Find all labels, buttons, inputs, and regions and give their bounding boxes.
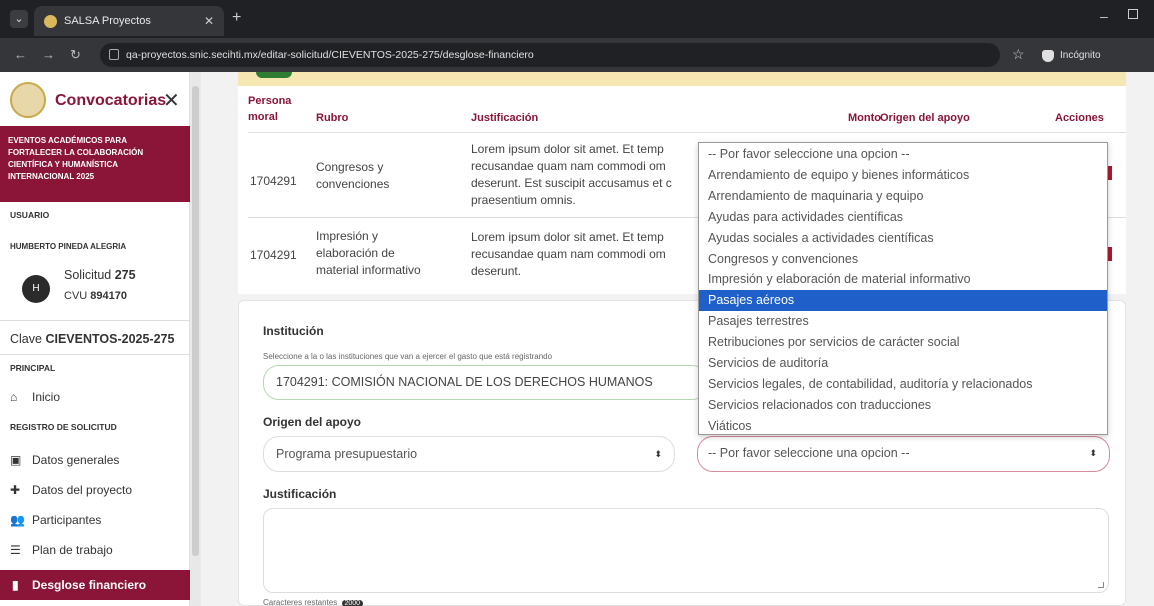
- caracteres-badge: 2000: [341, 600, 364, 606]
- dropdown-option[interactable]: Arrendamiento de equipo y bienes informá…: [699, 165, 1107, 186]
- user-name: HUMBERTO PINEDA ALEGRIA: [10, 242, 127, 251]
- table-cell-justificacion: Lorem ipsum dolor sit amet. Et temp recu…: [471, 230, 666, 278]
- dropdown-option[interactable]: Ayudas para actividades científicas: [699, 207, 1107, 228]
- scrollbar-thumb[interactable]: [192, 86, 199, 556]
- column-header-justificacion: Justificación: [471, 112, 539, 124]
- notice-banner: [238, 72, 1126, 86]
- url-field[interactable]: qa-proyectos.snic.secihti.mx/editar-soli…: [100, 43, 1000, 67]
- sidebar-scrollbar[interactable]: [191, 72, 200, 606]
- select-arrows-icon: ⬍: [654, 449, 662, 459]
- cvu-number: 894170: [90, 290, 128, 302]
- sidebar-title: Convocatorias: [55, 92, 167, 109]
- document-icon: ▣: [10, 453, 22, 467]
- solicitud-info: Solicitud 275: [64, 268, 136, 282]
- browser-tab[interactable]: SALSA Proyectos ✕: [34, 6, 224, 36]
- table-cell-justificacion: Lorem ipsum dolor sit amet. Et temp recu…: [471, 142, 672, 207]
- dropdown-option[interactable]: Arrendamiento de maquinaria y equipo: [699, 186, 1107, 207]
- dropdown-option[interactable]: Pasajes aéreos: [699, 290, 1107, 312]
- back-icon[interactable]: ←: [14, 47, 27, 62]
- section-principal: PRINCIPAL: [10, 363, 56, 373]
- column-header-acciones: Acciones: [1055, 112, 1104, 124]
- rubro-select-value: -- Por favor seleccione una opcion --: [708, 446, 910, 460]
- institucion-help: Seleccione a la o las instituciones que …: [263, 352, 553, 361]
- caracteres-restantes: Caracteres restantes 2000: [263, 598, 364, 606]
- tab-title: SALSA Proyectos: [64, 15, 151, 27]
- dropdown-option[interactable]: Servicios legales, de contabilidad, audi…: [699, 374, 1107, 395]
- incognito-indicator[interactable]: Incógnito: [1030, 46, 1146, 66]
- incognito-icon: [1042, 50, 1054, 62]
- dropdown-option[interactable]: Pasajes terrestres: [699, 311, 1107, 332]
- table-divider: [248, 132, 1126, 133]
- institucion-field[interactable]: 1704291: COMISIÓN NACIONAL DE LOS DERECH…: [263, 365, 708, 400]
- dropdown-option[interactable]: Servicios relacionados con traducciones: [699, 395, 1107, 416]
- table-cell-persona: 1704291: [250, 248, 297, 262]
- tab-close-icon[interactable]: ✕: [204, 6, 214, 36]
- column-header-persona: Persona moral: [248, 95, 292, 123]
- site-info-icon[interactable]: [109, 49, 119, 60]
- sidebar: Convocatorias ✕ EVENTOS ACADÉMICOS PARA …: [0, 72, 190, 606]
- sidebar-item-inicio[interactable]: ⌂ Inicio: [10, 383, 190, 411]
- select-arrows-icon: ⬍: [1089, 448, 1097, 458]
- column-header-rubro: Rubro: [316, 112, 349, 124]
- government-seal-logo: [10, 82, 46, 118]
- bar-chart-icon: ▮: [12, 578, 19, 592]
- divider: [0, 354, 190, 355]
- new-tab-icon[interactable]: +: [232, 9, 241, 27]
- green-action-button[interactable]: [256, 72, 292, 78]
- section-registro: REGISTRO DE SOLICITUD: [10, 422, 117, 432]
- address-bar-row: ← → ↻ qa-proyectos.snic.secihti.mx/edita…: [0, 38, 1154, 72]
- event-name: EVENTOS ACADÉMICOS PARA FORTALECER LA CO…: [0, 126, 190, 202]
- home-icon: ⌂: [10, 390, 18, 404]
- column-header-origen: Origen del apoyo: [880, 112, 970, 124]
- cvu-info: CVU 894170: [64, 290, 128, 302]
- dropdown-option[interactable]: Servicios de auditoría: [699, 353, 1107, 374]
- origen-select-value: Programa presupuestario: [276, 447, 418, 461]
- dropdown-option[interactable]: Impresión y elaboración de material info…: [699, 269, 1107, 290]
- sidebar-item-datos-generales[interactable]: ▣ Datos generales: [10, 446, 190, 474]
- reload-icon[interactable]: ↻: [70, 47, 81, 63]
- institucion-label: Institución: [263, 324, 324, 338]
- avatar: H: [22, 275, 50, 303]
- window-maximize-icon[interactable]: [1128, 9, 1138, 19]
- table-cell-persona: 1704291: [250, 174, 297, 188]
- origen-label: Origen del apoyo: [263, 415, 362, 429]
- bookmark-star-icon[interactable]: ☆: [1012, 46, 1025, 63]
- sidebar-item-participantes[interactable]: 👥 Participantes: [10, 506, 190, 534]
- browser-tab-bar: ⌄ SALSA Proyectos ✕ + –: [0, 0, 1154, 38]
- rubro-select[interactable]: -- Por favor seleccione una opcion -- ⬍: [697, 436, 1110, 472]
- table-cell-rubro: Congresos y convenciones: [316, 160, 390, 191]
- sidebar-item-desglose-financiero[interactable]: ▮ Desglose financiero: [0, 570, 190, 600]
- window-minimize-icon[interactable]: –: [1100, 8, 1108, 24]
- list-icon: ☰: [10, 543, 21, 557]
- dropdown-option[interactable]: -- Por favor seleccione una opcion --: [699, 144, 1107, 165]
- origen-select[interactable]: Programa presupuestario ⬍: [263, 436, 675, 472]
- close-sidebar-icon[interactable]: ✕: [163, 88, 180, 113]
- people-icon: 👥: [10, 513, 25, 527]
- sidebar-item-plan-trabajo[interactable]: ☰ Plan de trabajo: [10, 536, 190, 564]
- tab-search-icon[interactable]: ⌄: [10, 10, 28, 28]
- dropdown-option[interactable]: Congresos y convenciones: [699, 249, 1107, 270]
- forward-icon[interactable]: →: [42, 47, 55, 62]
- url-text: qa-proyectos.snic.secihti.mx/editar-soli…: [126, 49, 534, 61]
- column-header-monto: Monto: [848, 112, 881, 124]
- favicon-icon: [44, 15, 57, 28]
- divider: [0, 320, 190, 321]
- clave-info: Clave CIEVENTOS-2025-275: [10, 332, 175, 346]
- incognito-label: Incógnito: [1060, 50, 1101, 61]
- justificacion-label: Justificación: [263, 487, 337, 501]
- dropdown-option[interactable]: Viáticos: [699, 416, 1107, 437]
- table-cell-rubro: Impresión y elaboración de material info…: [316, 229, 421, 277]
- solicitud-number: 275: [114, 268, 136, 282]
- dropdown-option[interactable]: Ayudas sociales a actividades científica…: [699, 228, 1107, 249]
- sidebar-item-datos-proyecto[interactable]: ✚ Datos del proyecto: [10, 476, 190, 504]
- justificacion-textarea[interactable]: [263, 508, 1109, 593]
- dropdown-option[interactable]: Retribuciones por servicios de carácter …: [699, 332, 1107, 353]
- project-icon: ✚: [10, 483, 21, 497]
- section-usuario: USUARIO: [10, 210, 50, 220]
- clave-value: CIEVENTOS-2025-275: [45, 332, 175, 346]
- rubro-dropdown-list[interactable]: -- Por favor seleccione una opcion -- Arr…: [698, 142, 1108, 435]
- resize-handle-icon[interactable]: [1098, 582, 1104, 588]
